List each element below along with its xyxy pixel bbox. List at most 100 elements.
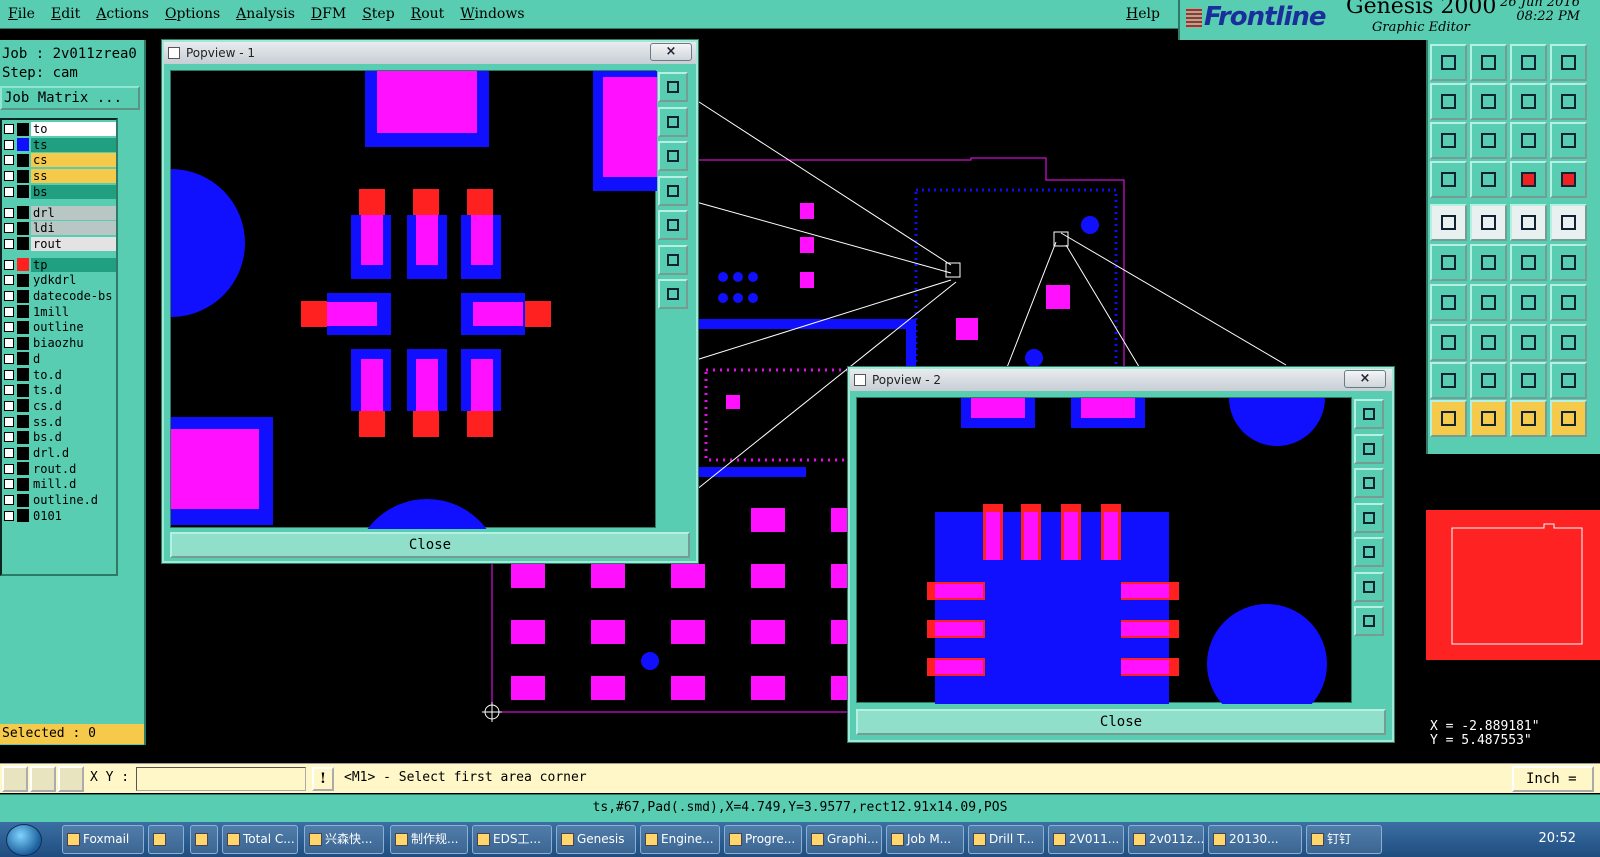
- popview-2-close-icon[interactable]: ×: [1344, 370, 1386, 388]
- graphic-tool-icon[interactable]: [1550, 161, 1587, 198]
- taskbar-item[interactable]: Drill T...: [968, 825, 1044, 854]
- start-button[interactable]: [6, 824, 42, 856]
- menu-options[interactable]: Options: [157, 6, 228, 22]
- popview-1-close-icon[interactable]: ×: [650, 43, 692, 61]
- grid-icon[interactable]: [58, 766, 84, 792]
- layer-checkbox[interactable]: [4, 369, 14, 380]
- graphic-tool-icon[interactable]: [1430, 204, 1467, 241]
- graphic-tool-icon[interactable]: [1430, 244, 1467, 281]
- graphic-tool-icon[interactable]: [1470, 324, 1507, 361]
- layer-row-0101[interactable]: 0101: [4, 508, 116, 523]
- layer-checkbox[interactable]: [4, 338, 14, 349]
- popview-tool-icon[interactable]: [1354, 571, 1384, 602]
- popview-2-close-button[interactable]: Close: [856, 709, 1386, 735]
- layer-row-to.d[interactable]: to.d: [4, 367, 116, 382]
- menu-rout[interactable]: Rout: [403, 6, 453, 22]
- graphic-tool-icon[interactable]: [1430, 44, 1467, 81]
- layer-row-ts.d[interactable]: ts.d: [4, 383, 116, 398]
- graphic-tool-icon[interactable]: [1470, 284, 1507, 321]
- job-matrix-button[interactable]: Job Matrix ...: [0, 86, 140, 110]
- taskbar-item[interactable]: 兴森快...: [304, 825, 384, 854]
- popview-2-titlebar[interactable]: Popview - 2: [850, 369, 1392, 391]
- layer-checkbox[interactable]: [4, 139, 14, 150]
- popview-tool-icon[interactable]: [658, 244, 688, 275]
- graphic-tool-icon[interactable]: [1550, 324, 1587, 361]
- menu-windows[interactable]: Windows: [452, 6, 532, 22]
- layer-checkbox[interactable]: [4, 416, 14, 427]
- taskbar-item[interactable]: 2v011z...: [1128, 825, 1204, 854]
- layer-checkbox[interactable]: [4, 186, 14, 197]
- layer-checkbox[interactable]: [4, 448, 14, 458]
- graphic-tool-icon[interactable]: [1430, 400, 1467, 437]
- layer-checkbox[interactable]: [4, 207, 14, 218]
- graphic-tool-icon[interactable]: [1550, 400, 1587, 437]
- layer-row-outline[interactable]: outline: [4, 320, 116, 335]
- layer-row-ts[interactable]: ts: [4, 137, 116, 152]
- taskbar-item[interactable]: [148, 825, 184, 854]
- graphic-tool-icon[interactable]: [1470, 204, 1507, 241]
- layer-checkbox[interactable]: [4, 223, 14, 234]
- graphic-tool-icon[interactable]: [1510, 44, 1547, 81]
- layer-checkbox[interactable]: [4, 171, 14, 182]
- graphic-tool-icon[interactable]: [1430, 284, 1467, 321]
- layer-row-datecode-bs[interactable]: datecode-bs: [4, 289, 116, 303]
- layer-checkbox[interactable]: [4, 155, 14, 166]
- layer-row-d[interactable]: d: [4, 351, 116, 366]
- taskbar-item[interactable]: EDS工...: [472, 825, 552, 854]
- layer-row-ss[interactable]: ss: [4, 169, 116, 184]
- popview-tool-icon[interactable]: [658, 141, 688, 171]
- popview-tool-icon[interactable]: [658, 106, 688, 137]
- layer-checkbox[interactable]: [4, 322, 14, 333]
- taskbar-item[interactable]: 20130...: [1208, 825, 1302, 854]
- taskbar-item[interactable]: Engine...: [640, 825, 720, 854]
- popview-tool-icon[interactable]: [658, 279, 688, 309]
- graphic-tool-icon[interactable]: [1430, 122, 1467, 159]
- layer-row-outline.d[interactable]: outline.d: [4, 493, 116, 508]
- popview-1-canvas[interactable]: [97, 70, 657, 647]
- layer-row-biaozhu[interactable]: biaozhu: [4, 336, 116, 351]
- layer-row-tp[interactable]: tp: [4, 257, 116, 272]
- popview-tool-icon[interactable]: [1354, 537, 1384, 567]
- layer-checkbox[interactable]: [4, 385, 14, 396]
- graphic-tool-icon[interactable]: [1510, 400, 1547, 437]
- popview-tool-icon[interactable]: [1354, 468, 1384, 498]
- graphic-tool-icon[interactable]: [1550, 204, 1587, 241]
- layer-row-rout.d[interactable]: rout.d: [4, 461, 116, 476]
- layer-row-to[interactable]: to: [4, 122, 116, 136]
- layer-row-ss.d[interactable]: ss.d: [4, 414, 116, 429]
- taskbar-item[interactable]: 2V011...: [1048, 825, 1124, 854]
- layer-checkbox[interactable]: [4, 306, 14, 317]
- popview-tool-icon[interactable]: [1354, 433, 1384, 464]
- popview-1-close-button[interactable]: Close: [170, 532, 690, 558]
- layer-checkbox[interactable]: [4, 432, 14, 443]
- menu-help[interactable]: Help: [1118, 6, 1168, 22]
- graphic-tool-icon[interactable]: [1510, 284, 1547, 321]
- layer-row-ldi[interactable]: ldi: [4, 221, 116, 236]
- graphic-tool-icon[interactable]: [1470, 161, 1507, 198]
- layer-row-cs[interactable]: cs: [4, 153, 116, 168]
- popview-2-canvas[interactable]: [856, 350, 1352, 724]
- graphic-tool-icon[interactable]: [1470, 244, 1507, 281]
- layer-row-mill.d[interactable]: mill.d: [4, 477, 116, 492]
- graphic-tool-icon[interactable]: [1430, 362, 1467, 399]
- graphic-tool-icon[interactable]: [1510, 122, 1547, 159]
- layer-checkbox[interactable]: [4, 510, 14, 521]
- taskbar-item[interactable]: Genesis: [556, 825, 636, 854]
- layer-row-1mill[interactable]: 1mill: [4, 304, 116, 319]
- layer-checkbox[interactable]: [4, 124, 14, 134]
- graphic-tool-icon[interactable]: [1550, 362, 1587, 399]
- layer-row-rout[interactable]: rout: [4, 236, 116, 251]
- graphic-tool-icon[interactable]: [1470, 400, 1507, 437]
- layer-row-cs.d[interactable]: cs.d: [4, 398, 116, 413]
- layer-checkbox[interactable]: [4, 479, 14, 490]
- layer-row-drl[interactable]: drl: [4, 205, 116, 220]
- popview-tool-icon[interactable]: [658, 210, 688, 240]
- graphic-tool-icon[interactable]: [1510, 362, 1547, 399]
- popview-tool-icon[interactable]: [658, 175, 688, 206]
- graphic-tool-icon[interactable]: [1430, 324, 1467, 361]
- layer-checkbox[interactable]: [4, 275, 14, 286]
- graphic-tool-icon[interactable]: [1510, 161, 1547, 198]
- graphic-tool-icon[interactable]: [1470, 44, 1507, 81]
- graphic-tool-icon[interactable]: [1430, 161, 1467, 198]
- graphic-tool-icon[interactable]: [1550, 244, 1587, 281]
